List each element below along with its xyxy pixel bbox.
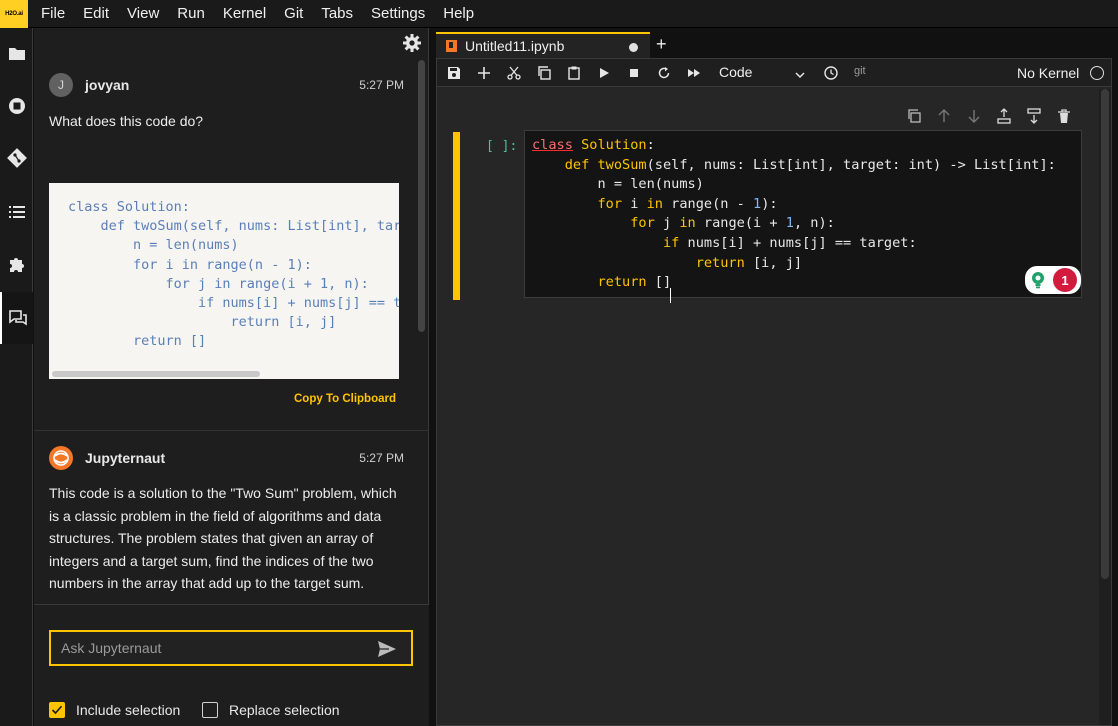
- active-cell-indicator: [453, 132, 460, 300]
- menu-settings[interactable]: Settings: [362, 0, 434, 28]
- add-cell-icon[interactable]: [476, 65, 492, 81]
- gear-icon[interactable]: [402, 33, 422, 53]
- running-icon[interactable]: [0, 80, 33, 132]
- message-time: 5:27 PM: [359, 451, 404, 465]
- divider: [34, 430, 429, 431]
- chat-scrollbar[interactable]: [418, 60, 425, 332]
- cell-toolbar: [906, 108, 1076, 128]
- stop-icon[interactable]: [626, 65, 642, 81]
- chevron-down-icon[interactable]: [795, 67, 805, 79]
- include-selection-checkbox[interactable]: [49, 702, 65, 718]
- toc-icon[interactable]: [0, 186, 33, 238]
- chat-panel: J jovyan 5:27 PM What does this code do?…: [34, 28, 429, 726]
- git-icon[interactable]: [0, 132, 33, 184]
- message-author: jovyan: [85, 77, 130, 93]
- chat-input-area: Include selection Replace selection: [34, 604, 429, 726]
- delete-cell-icon[interactable]: [1056, 108, 1072, 124]
- move-up-icon[interactable]: [936, 108, 952, 124]
- menu-bar: H2O.ai File Edit View Run Kernel Git Tab…: [0, 0, 1118, 28]
- main-menu: File Edit View Run Kernel Git Tabs Setti…: [32, 0, 483, 28]
- kernel-name[interactable]: No Kernel: [1017, 65, 1079, 81]
- save-icon[interactable]: [446, 65, 462, 81]
- activity-bar: [0, 28, 33, 726]
- new-tab-plus-icon[interactable]: +: [656, 34, 667, 54]
- message-header: J jovyan 5:27 PM: [49, 73, 404, 97]
- code-content: class Solution: def twoSum(self, nums: L…: [68, 199, 399, 350]
- chat-input-field[interactable]: [61, 639, 361, 657]
- menu-help[interactable]: Help: [434, 0, 483, 28]
- jupyternaut-avatar: [49, 446, 73, 470]
- horizontal-scrollbar[interactable]: [52, 371, 260, 377]
- chat-messages: J jovyan 5:27 PM What does this code do?…: [34, 58, 429, 633]
- lightbulb-icon: [1030, 271, 1046, 289]
- chat-icon[interactable]: [0, 292, 33, 344]
- replace-selection-label: Replace selection: [229, 702, 340, 718]
- cell-code: class Solution: def twoSum(self, nums: L…: [532, 137, 1056, 291]
- cell-prompt: [ ]:: [486, 139, 518, 154]
- fast-forward-icon[interactable]: [686, 65, 702, 81]
- chat-input[interactable]: [49, 630, 413, 666]
- code-cell-editor[interactable]: class Solution: def twoSum(self, nums: L…: [524, 130, 1082, 303]
- menu-edit[interactable]: Edit: [74, 0, 118, 28]
- duplicate-cell-icon[interactable]: [906, 108, 922, 124]
- notification-count-badge: 1: [1053, 268, 1077, 292]
- move-down-icon[interactable]: [966, 108, 982, 124]
- include-selection-option[interactable]: Include selection: [49, 702, 180, 718]
- message-header: Jupyternaut 5:27 PM: [49, 446, 404, 470]
- replace-selection-checkbox[interactable]: [202, 702, 218, 718]
- restart-icon[interactable]: [656, 65, 672, 81]
- insert-below-icon[interactable]: [1026, 108, 1042, 124]
- tab-notebook[interactable]: Untitled11.ipynb: [436, 32, 650, 58]
- notebook-panel: Code git No Kernel [ ]: class Solution: …: [436, 58, 1112, 726]
- send-icon[interactable]: [377, 640, 397, 658]
- avatar: J: [49, 73, 73, 97]
- menu-run[interactable]: Run: [168, 0, 214, 28]
- h2o-logo[interactable]: H2O.ai: [0, 0, 28, 28]
- menu-git[interactable]: Git: [275, 0, 312, 28]
- message-author: Jupyternaut: [85, 450, 166, 466]
- folder-icon[interactable]: [0, 28, 33, 80]
- code-block[interactable]: class Solution: def twoSum(self, nums: L…: [49, 183, 399, 379]
- include-selection-label: Include selection: [76, 702, 181, 718]
- copy-to-clipboard-button[interactable]: Copy To Clipboard: [294, 393, 396, 405]
- cut-icon[interactable]: [506, 65, 522, 81]
- message-time: 5:27 PM: [359, 78, 404, 92]
- git-diff-button[interactable]: git: [854, 65, 866, 77]
- notebook-area: Untitled11.ipynb + Code git No Kernel […: [430, 28, 1118, 726]
- menu-file[interactable]: File: [32, 0, 74, 28]
- run-icon[interactable]: [596, 65, 612, 81]
- unsaved-dot-icon[interactable]: [629, 43, 638, 52]
- insert-above-icon[interactable]: [996, 108, 1012, 124]
- tab-title: Untitled11.ipynb: [465, 38, 565, 54]
- message-text: This code is a solution to the "Two Sum"…: [49, 485, 397, 591]
- menu-kernel[interactable]: Kernel: [214, 0, 275, 28]
- replace-selection-option[interactable]: Replace selection: [202, 702, 340, 718]
- notebook-scrollbar[interactable]: [1101, 89, 1109, 579]
- text-cursor: [670, 288, 671, 303]
- notebook-icon: [446, 40, 457, 52]
- menu-view[interactable]: View: [118, 0, 168, 28]
- paste-icon[interactable]: [566, 65, 582, 81]
- jupyternaut-suggestion-badge[interactable]: 1: [1025, 266, 1081, 294]
- kernel-status-icon: [1090, 66, 1104, 80]
- notebook-toolbar: Code git No Kernel: [437, 59, 1111, 87]
- message-text: What does this code do?: [49, 113, 204, 129]
- menu-tabs[interactable]: Tabs: [312, 0, 362, 28]
- tab-bar: Untitled11.ipynb +: [436, 32, 1118, 58]
- extension-icon[interactable]: [0, 238, 33, 290]
- copy-icon[interactable]: [536, 65, 552, 81]
- clock-icon[interactable]: [823, 65, 839, 81]
